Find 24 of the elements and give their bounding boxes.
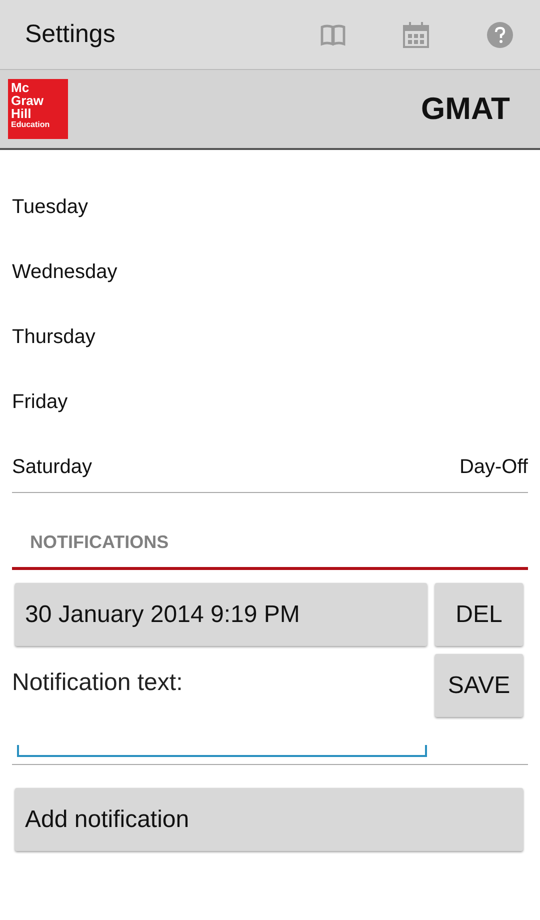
delete-button[interactable]: DEL (435, 583, 523, 646)
day-row[interactable]: Friday (0, 370, 540, 435)
header-title: GMAT (421, 91, 510, 127)
day-label: Wednesday (12, 261, 118, 284)
screen-title: Settings (25, 20, 116, 49)
date-button[interactable]: 30 January 2014 9:19 PM (15, 583, 427, 646)
input-field[interactable] (17, 745, 427, 757)
day-row[interactable]: Saturday Day-Off (0, 435, 540, 500)
section-heading: NOTIFICATIONS (29, 531, 170, 554)
day-label: Tuesday (12, 196, 88, 219)
field-label: Notification text: (12, 668, 184, 697)
add-button[interactable]: Add notification (15, 788, 523, 851)
day-row[interactable]: Thursday (0, 305, 540, 370)
logo: Mc Graw Hill Education (8, 79, 68, 139)
book-icon[interactable] (320, 22, 346, 46)
day-label: Thursday (12, 326, 96, 349)
day-value: Day-Off (459, 456, 528, 479)
calendar-icon[interactable] (402, 20, 430, 48)
day-row[interactable]: Tuesday (0, 175, 540, 240)
day-row[interactable]: Wednesday (0, 240, 540, 305)
day-label: Friday (12, 391, 68, 414)
help-icon[interactable] (486, 20, 514, 48)
day-label: Saturday (12, 456, 92, 479)
save-button[interactable]: SAVE (435, 654, 523, 717)
